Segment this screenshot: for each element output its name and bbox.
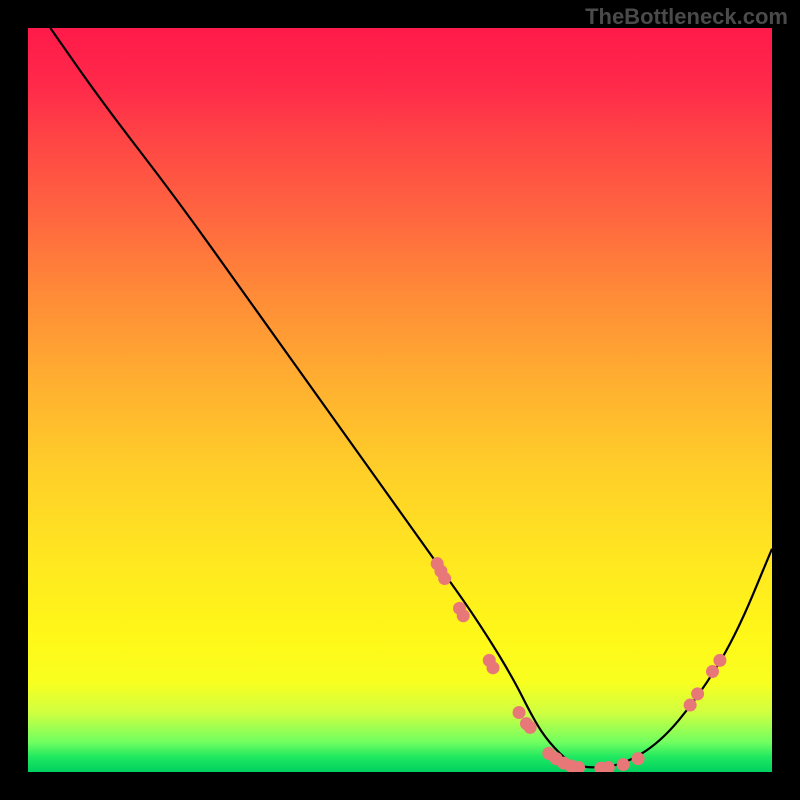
data-point <box>684 699 697 712</box>
bottleneck-curve <box>50 28 772 767</box>
data-point <box>457 609 470 622</box>
data-point <box>617 758 630 771</box>
data-points-group <box>431 557 727 772</box>
watermark-text: TheBottleneck.com <box>585 4 788 30</box>
data-point <box>438 572 451 585</box>
data-point <box>632 752 645 765</box>
data-point <box>691 687 704 700</box>
plot-area <box>28 28 772 772</box>
data-point <box>713 654 726 667</box>
data-point <box>524 721 537 734</box>
data-point <box>487 661 500 674</box>
data-point <box>513 706 526 719</box>
data-point <box>706 665 719 678</box>
chart-svg <box>28 28 772 772</box>
